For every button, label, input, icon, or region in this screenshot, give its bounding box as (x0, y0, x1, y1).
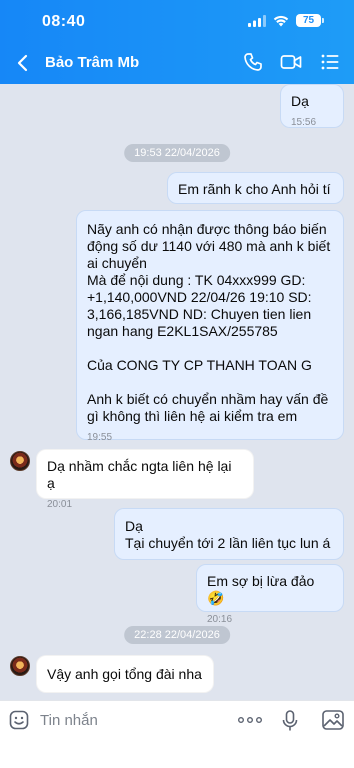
battery-indicator: 75 (296, 14, 321, 27)
chevron-left-icon[interactable] (16, 54, 28, 72)
message-bubble-sent[interactable]: Nãy anh có nhận được thông báo biến động… (76, 210, 344, 443)
message-text: Dạ (291, 93, 309, 109)
list-menu-icon[interactable] (320, 52, 340, 72)
message-text: Em sợ bị lừa đảo 🤣 (207, 573, 315, 606)
message-text: Vậy anh gọi tổng đài nha (47, 666, 202, 682)
phone-icon[interactable] (243, 52, 263, 72)
status-indicators: 75 (248, 14, 324, 27)
message-input[interactable]: Tin nhắn (40, 712, 98, 729)
chat-header: Bảo Trâm Mb (0, 46, 354, 80)
message-bubble-sent[interactable]: Dạ 15:56 (280, 84, 344, 128)
status-time: 08:40 (42, 13, 86, 30)
message-input-bar: Tin nhắn (0, 700, 354, 768)
contact-name[interactable]: Bảo Trâm Mb (45, 54, 139, 71)
message-text: Dạ Tại chuyển tới 2 lần liên tục lun á (125, 518, 331, 551)
avatar[interactable] (10, 656, 30, 676)
message-bubble-sent[interactable]: Em rãnh k cho Anh hỏi tí (167, 172, 344, 204)
message-bubble-received[interactable]: Dạ nhầm chắc ngta liên hệ lại ạ 20:01 (36, 449, 254, 510)
battery-tip (322, 18, 324, 23)
top-bar: 08:40 75 Bảo Trâm Mb (0, 0, 354, 84)
message-text: Dạ nhầm chắc ngta liên hệ lại ạ (47, 458, 232, 491)
video-camera-icon[interactable] (280, 52, 302, 72)
microphone-icon[interactable] (282, 710, 298, 732)
message-time: 19:55 (87, 432, 113, 443)
more-dots-icon[interactable] (238, 717, 262, 723)
message-bubble-received[interactable]: Vậy anh gọi tổng đài nha (36, 655, 214, 693)
cellular-signal-icon (248, 14, 266, 27)
message-text: Nãy anh có nhận được thông báo biến động… (87, 221, 331, 424)
smiley-icon[interactable] (9, 710, 29, 730)
wifi-icon (273, 15, 289, 26)
image-icon[interactable] (322, 710, 344, 730)
message-bubble-sent[interactable]: Em sợ bị lừa đảo 🤣 20:16 (196, 564, 344, 625)
message-time: 20:16 (207, 614, 233, 625)
chat-area[interactable]: Dạ 15:56 19:53 22/04/2026 Em rãnh k cho … (0, 84, 354, 700)
date-divider: 19:53 22/04/2026 (124, 144, 230, 162)
avatar[interactable] (10, 451, 30, 471)
date-divider: 22:28 22/04/2026 (124, 626, 230, 644)
message-text: Em rãnh k cho Anh hỏi tí (178, 181, 331, 197)
message-bubble-sent[interactable]: Dạ Tại chuyển tới 2 lần liên tục lun á (114, 508, 344, 560)
message-time: 15:56 (291, 117, 317, 128)
